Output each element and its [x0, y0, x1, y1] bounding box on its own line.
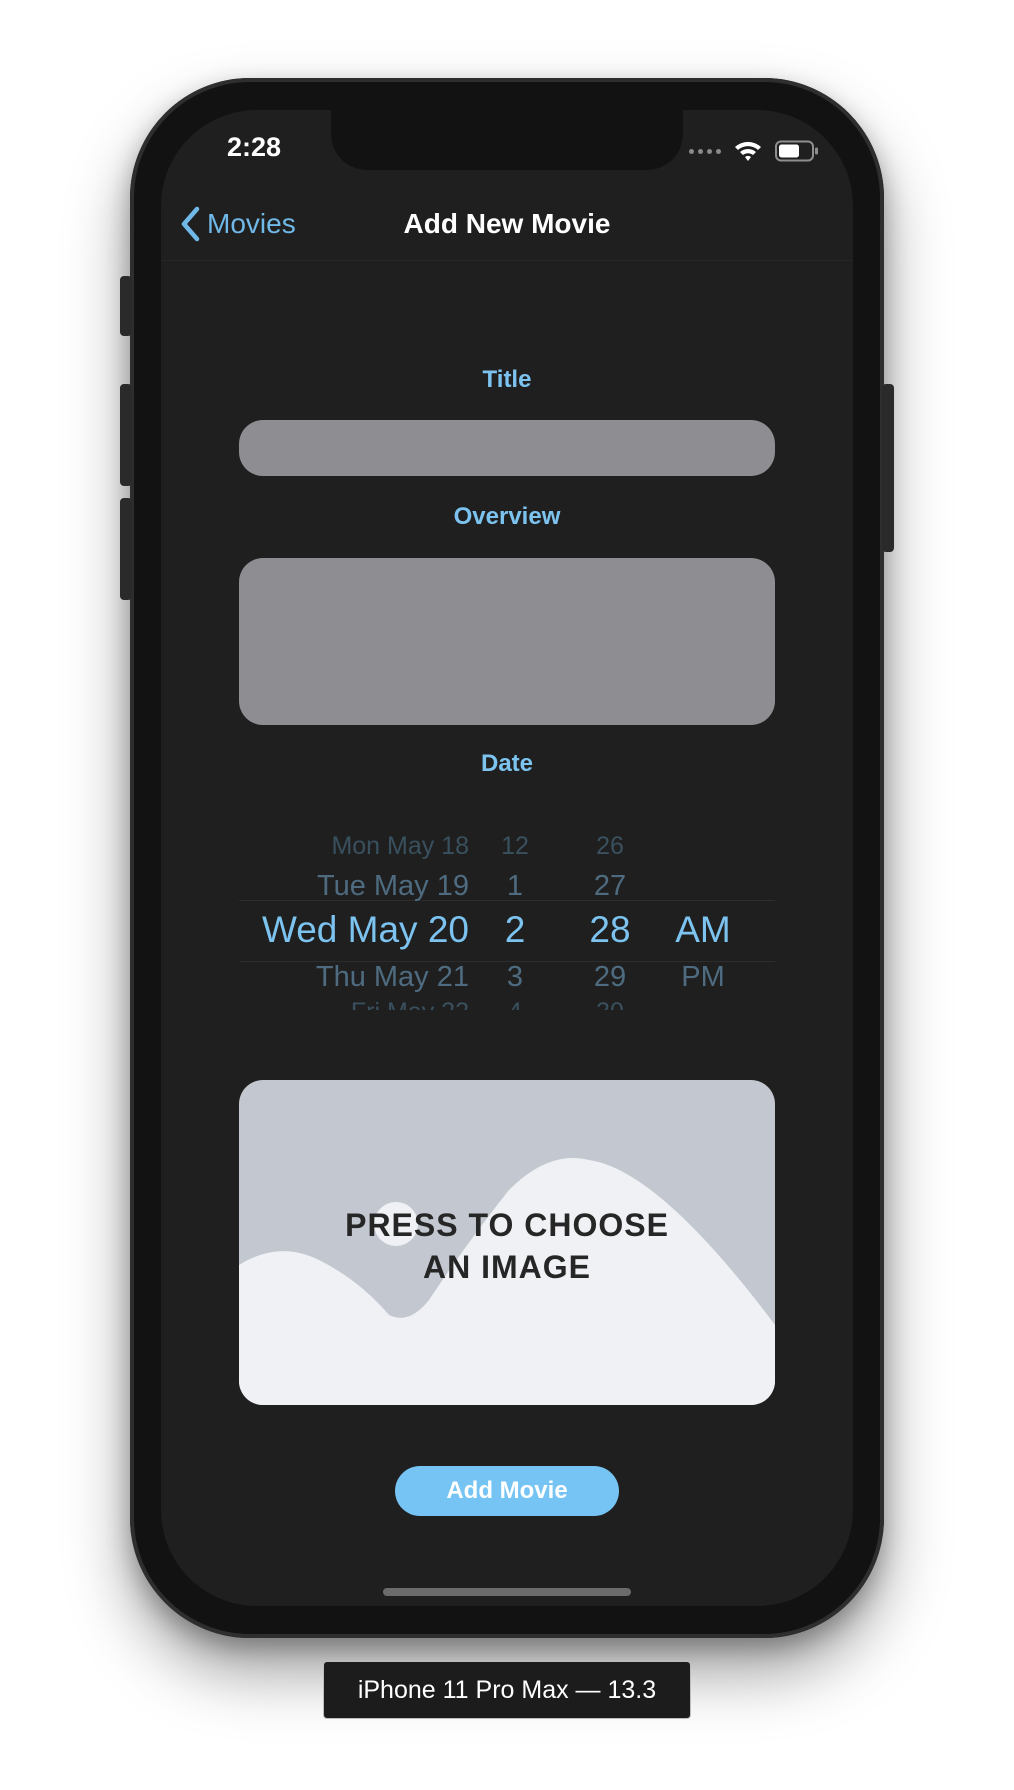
- date-picker-period-selected[interactable]: AM: [663, 909, 743, 951]
- title-label: Title: [482, 366, 532, 393]
- image-picker-caption-line1: PRESS TO CHOOSE: [345, 1207, 669, 1243]
- page-title: Add New Movie: [403, 208, 611, 239]
- date-picker-day-option[interactable]: Tue May 19: [239, 870, 469, 903]
- status-icons: [689, 136, 819, 166]
- navigation-bar: Movies Add New Movie: [161, 188, 853, 261]
- date-picker-hour-column[interactable]: 12 1 2 3 4: [485, 810, 545, 1010]
- wifi-icon: [735, 141, 761, 161]
- date-picker[interactable]: Mon May 18 Tue May 19 Wed May 20 Thu May…: [239, 810, 775, 1010]
- battery-icon: [775, 140, 818, 162]
- date-picker-hour-option[interactable]: 4: [485, 998, 545, 1010]
- image-picker-caption-line2: AN IMAGE: [423, 1249, 591, 1285]
- date-picker-minute-option[interactable]: 26: [575, 832, 645, 861]
- date-picker-period-option[interactable]: PM: [663, 961, 743, 994]
- date-picker-minute-column[interactable]: 26 27 28 29 30: [575, 810, 645, 1010]
- cellular-signal-icon: [689, 148, 721, 154]
- overview-input[interactable]: [239, 558, 775, 725]
- date-picker-hour-selected[interactable]: 2: [485, 909, 545, 951]
- volume-down-button: [120, 498, 132, 600]
- date-picker-day-column[interactable]: Mon May 18 Tue May 19 Wed May 20 Thu May…: [239, 810, 469, 1010]
- status-time: 2:28: [227, 132, 282, 162]
- mute-switch: [120, 276, 132, 336]
- date-picker-day-selected[interactable]: Wed May 20: [239, 909, 469, 951]
- date-picker-minute-option[interactable]: 30: [575, 998, 645, 1010]
- overview-label: Overview: [453, 503, 561, 530]
- date-label: Date: [480, 750, 534, 777]
- date-picker-day-option[interactable]: Fri May 22: [239, 998, 469, 1010]
- home-indicator[interactable]: [383, 1588, 631, 1596]
- image-picker-caption: PRESS TO CHOOSE AN IMAGE: [239, 1204, 775, 1288]
- add-movie-button[interactable]: Add Movie: [395, 1466, 619, 1516]
- device-label: iPhone 11 Pro Max — 13.3: [324, 1662, 690, 1718]
- volume-up-button: [120, 384, 132, 486]
- title-input[interactable]: [239, 420, 775, 476]
- date-picker-day-option[interactable]: Mon May 18: [239, 832, 469, 861]
- date-picker-minute-option[interactable]: 27: [575, 870, 645, 903]
- date-picker-minute-selected[interactable]: 28: [575, 909, 645, 951]
- image-picker-button[interactable]: PRESS TO CHOOSE AN IMAGE: [239, 1080, 775, 1405]
- date-picker-period-column[interactable]: AM PM: [663, 810, 743, 1010]
- date-picker-minute-option[interactable]: 29: [575, 961, 645, 994]
- date-picker-day-option[interactable]: Thu May 21: [239, 961, 469, 994]
- date-picker-hour-option[interactable]: 1: [485, 870, 545, 903]
- notch: [331, 110, 683, 170]
- date-picker-hour-option[interactable]: 3: [485, 961, 545, 994]
- date-picker-hour-option[interactable]: 12: [485, 832, 545, 861]
- power-button: [882, 384, 894, 552]
- screen: 2:28 Movies Add New Movie Title Overview: [161, 110, 853, 1606]
